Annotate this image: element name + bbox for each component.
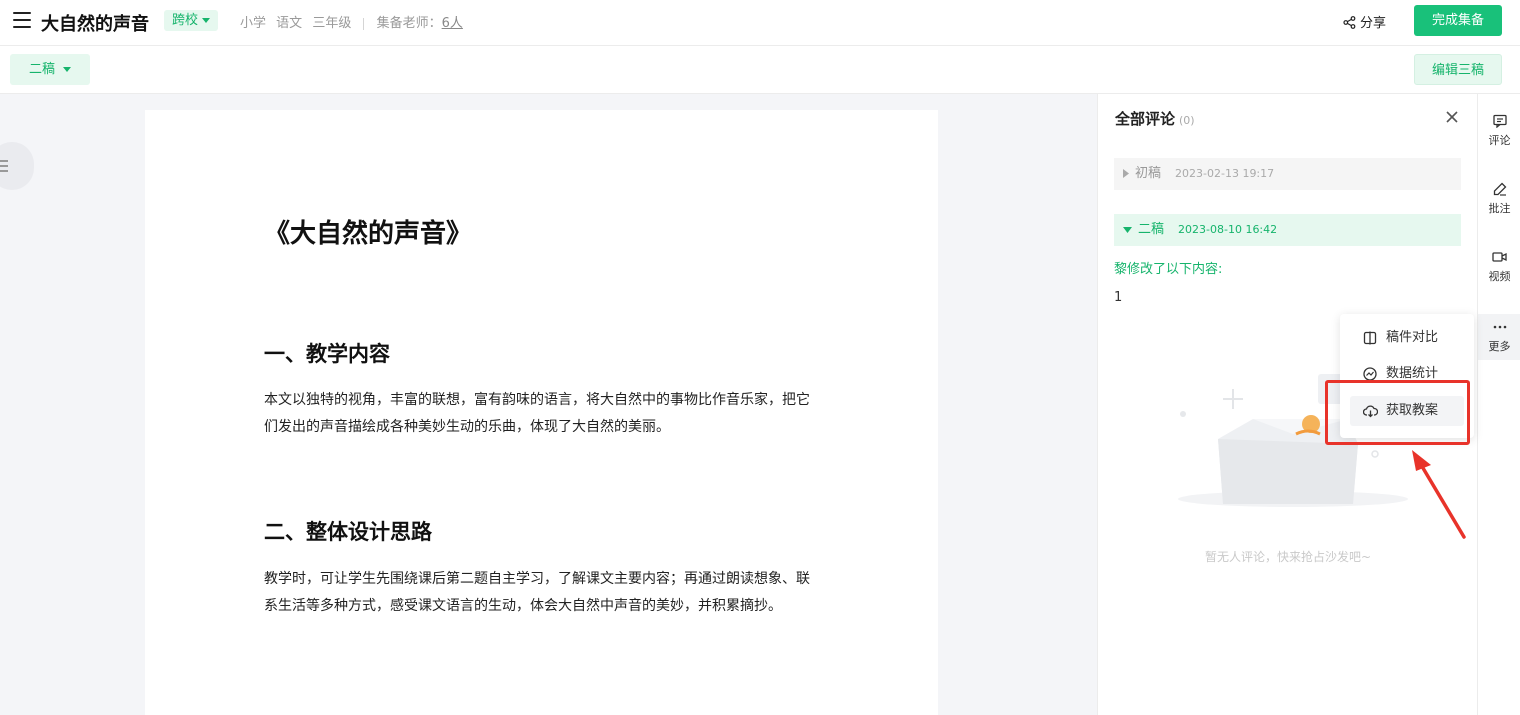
document-page: 《大自然的声音》 一、教学内容 本文以独特的视角，丰富的联想，富有韵味的语言，将… xyxy=(145,110,938,715)
highlight-box xyxy=(1325,380,1470,445)
document-title: 大自然的声音 xyxy=(41,14,149,35)
video-icon xyxy=(1492,252,1507,262)
edit-draft-button[interactable]: 编辑三稿 xyxy=(1414,54,1502,85)
meta-divider xyxy=(363,17,365,30)
draft-select[interactable]: 二稿 xyxy=(10,54,90,85)
meta-grade: 三年级 xyxy=(312,16,352,31)
version-bar: 二稿 编辑三稿 xyxy=(0,46,1520,94)
toolbar-annotate[interactable]: 批注 xyxy=(1478,176,1520,222)
more-icon xyxy=(1493,325,1506,329)
lesson-meta: 小学 语文 三年级 集备老师：6人 xyxy=(240,12,469,31)
toolbar-more[interactable]: 更多 xyxy=(1478,314,1520,360)
outline-toggle-icon[interactable] xyxy=(0,142,34,190)
compare-icon xyxy=(1363,331,1377,345)
right-toolbar: 评论 批注 视频 更多 xyxy=(1477,94,1520,715)
teachers-label: 集备老师： xyxy=(376,16,442,31)
menu-icon[interactable] xyxy=(13,12,31,28)
share-button[interactable]: 分享 xyxy=(1343,12,1386,31)
share-icon xyxy=(1343,16,1356,29)
document-heading: 《大自然的声音》 xyxy=(264,219,473,249)
modification-value: 1 xyxy=(1114,290,1123,305)
section-paragraph: 本文以独特的视角，丰富的联想，富有韵味的语言，将大自然中的事物比作音乐家，把它们… xyxy=(264,392,810,435)
menu-item-compare[interactable]: 稿件对比 xyxy=(1350,323,1464,353)
meta-subject: 语文 xyxy=(276,16,303,31)
meta-stage: 小学 xyxy=(240,16,267,31)
close-icon[interactable] xyxy=(1445,110,1459,124)
modification-note: 黎修改了以下内容: xyxy=(1114,262,1223,277)
caret-down-icon xyxy=(63,67,71,72)
top-bar: 大自然的声音 跨校 小学 语文 三年级 集备老师：6人 分享 完成集备 xyxy=(0,0,1520,46)
section-heading: 一、教学内容 xyxy=(264,342,390,366)
stats-icon xyxy=(1363,367,1377,381)
toolbar-comment[interactable]: 评论 xyxy=(1478,108,1520,154)
annotation-arrow xyxy=(1412,450,1466,539)
caret-down-icon xyxy=(1123,226,1132,233)
caret-right-icon xyxy=(1123,169,1129,178)
comment-icon xyxy=(1492,114,1507,128)
section-heading: 二、整体设计思路 xyxy=(264,520,432,544)
scope-badge[interactable]: 跨校 xyxy=(164,10,219,31)
toolbar-video[interactable]: 视频 xyxy=(1478,244,1520,290)
comments-title: 全部评论 (0) xyxy=(1115,110,1195,128)
caret-down-icon xyxy=(202,18,211,23)
pen-icon xyxy=(1493,182,1506,196)
empty-comments-text: 暂无人评论，快来抢占沙发吧~ xyxy=(1204,550,1372,564)
finish-button[interactable]: 完成集备 xyxy=(1414,5,1502,36)
version-row-draft2[interactable]: 二稿 2023-08-10 16:42 xyxy=(1114,214,1461,246)
comments-count: (0) xyxy=(1179,114,1195,127)
version-row-draft1[interactable]: 初稿 2023-02-13 19:17 xyxy=(1114,158,1461,190)
section-paragraph: 教学时，可让学生先围绕课后第二题自主学习，了解课文主要内容；再通过朗读想象、联系… xyxy=(264,571,810,614)
teachers-count-link[interactable]: 6人 xyxy=(442,16,463,31)
